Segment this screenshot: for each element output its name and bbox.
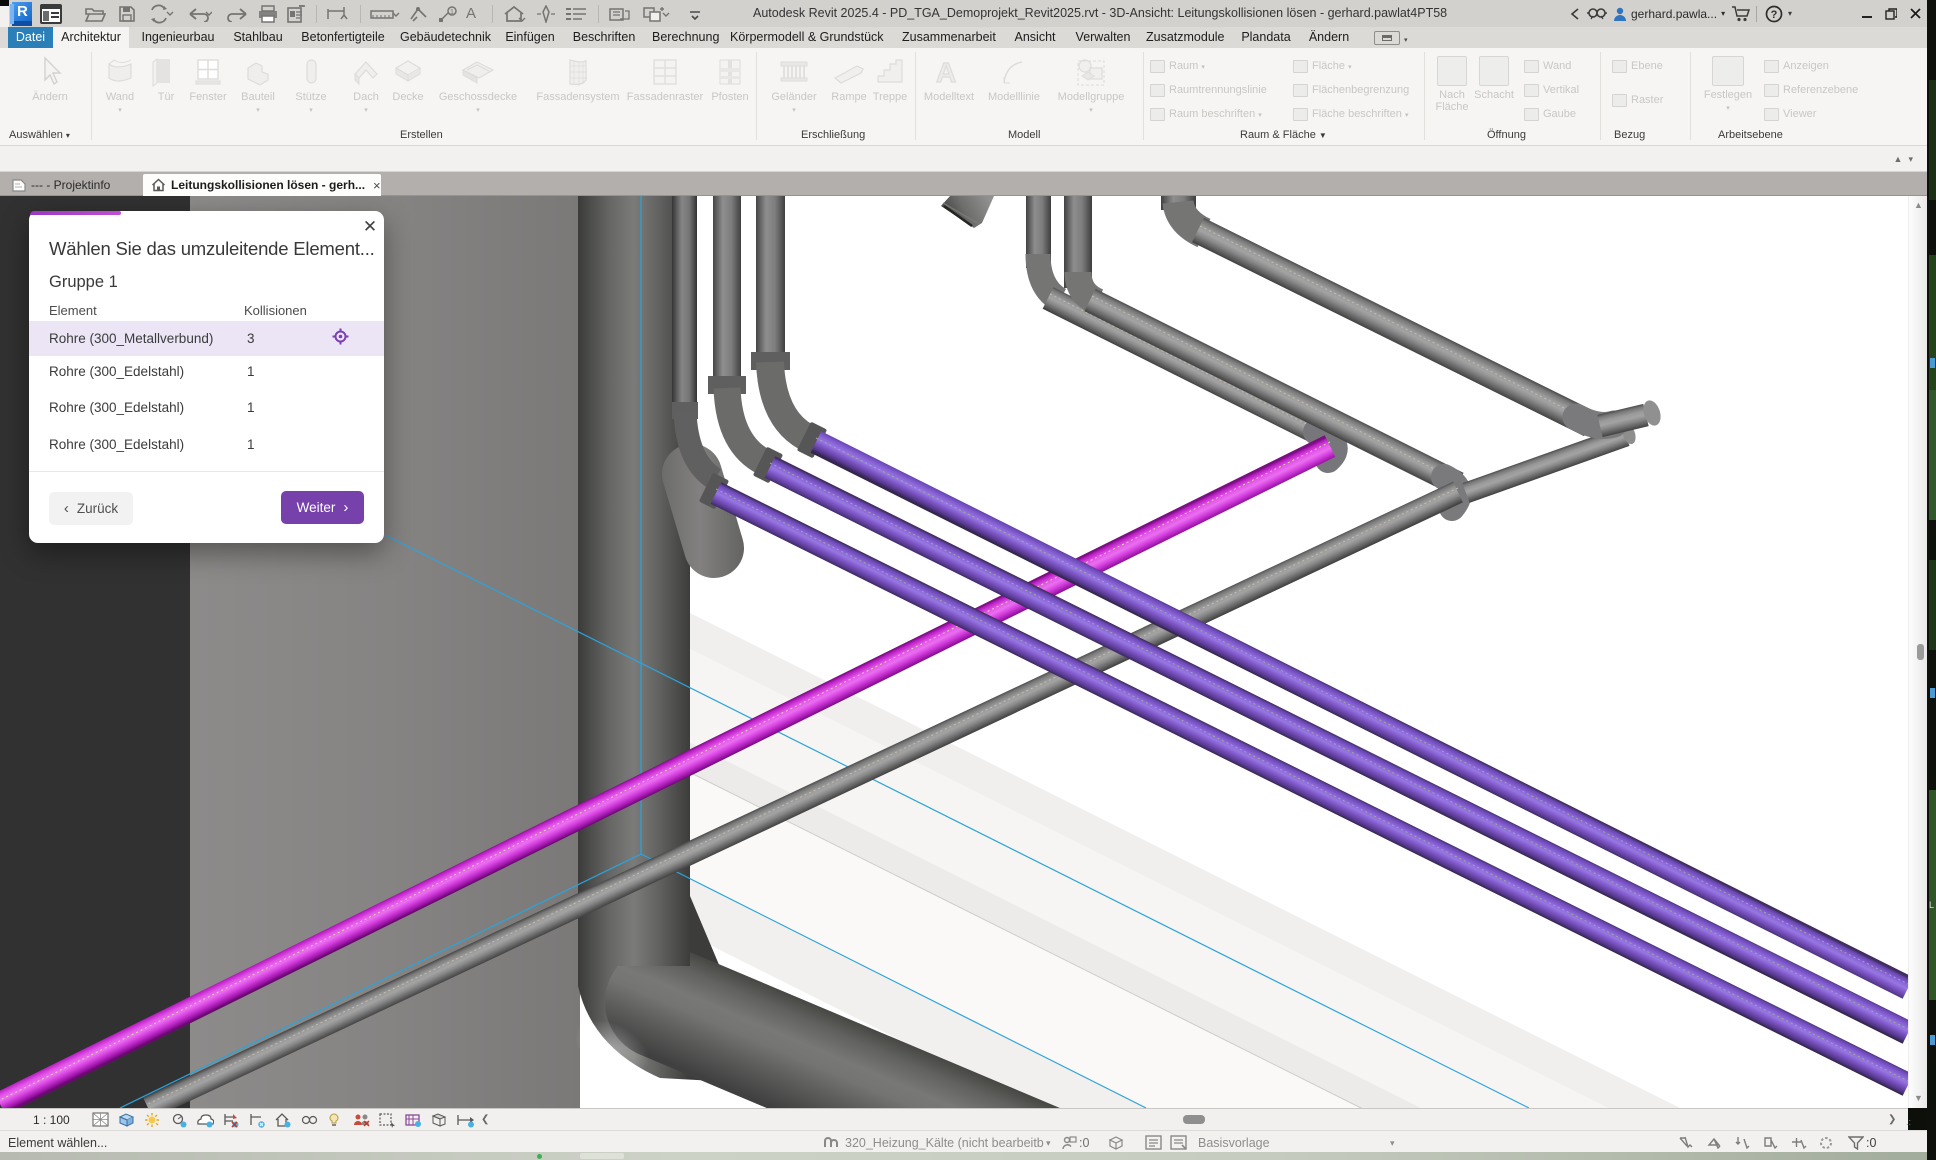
svg-text:A: A — [936, 57, 956, 88]
svg-text:1: 1 — [450, 9, 454, 16]
svg-text:?: ? — [1771, 9, 1778, 21]
